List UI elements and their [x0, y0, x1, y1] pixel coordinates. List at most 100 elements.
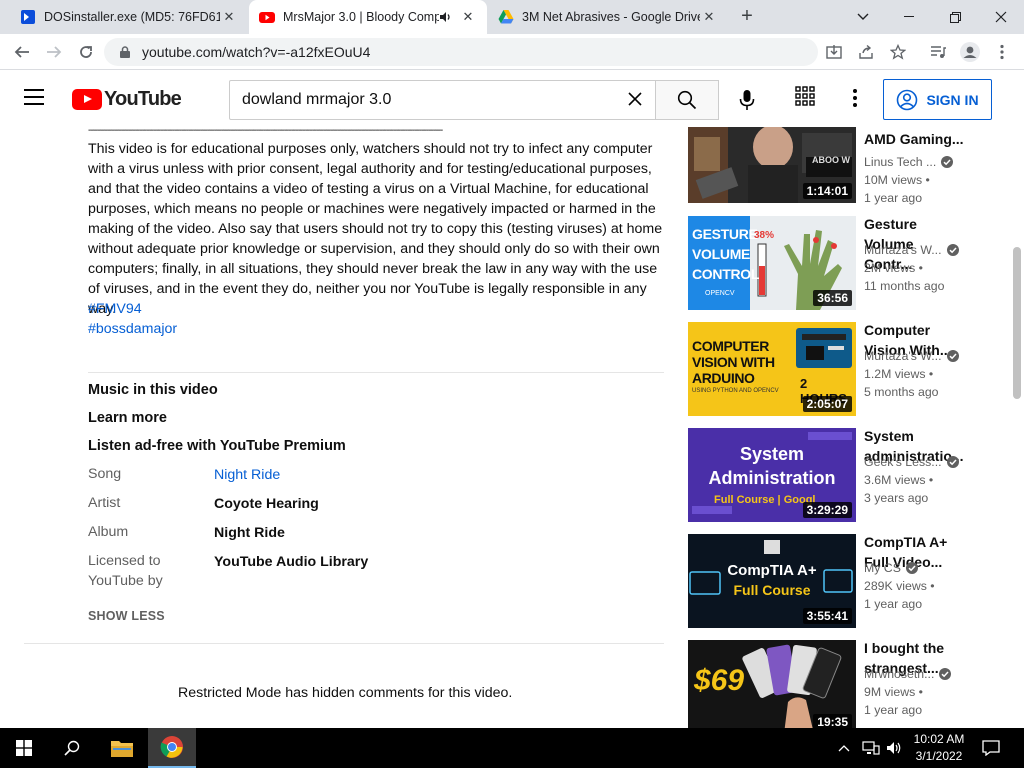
channel-name-text: Geek's Less...: [864, 455, 942, 469]
video-thumbnail[interactable]: COMPUTER VISION WITH ARDUINO USING PYTHO…: [688, 322, 856, 416]
search-input[interactable]: dowland mrmajor 3.0: [229, 80, 656, 120]
system-clock[interactable]: 10:02 AM 3/1/2022: [908, 731, 970, 765]
tab-close-icon[interactable]: ✕: [220, 9, 238, 25]
youtube-logo[interactable]: YouTube: [72, 88, 182, 111]
song-link[interactable]: Night Ride: [214, 467, 280, 483]
sign-in-button[interactable]: SIGN IN: [883, 79, 992, 120]
channel-name[interactable]: Geek's Less...: [864, 455, 959, 469]
hashtag-link[interactable]: #FMV94: [88, 301, 142, 317]
channel-name[interactable]: Murtaza's W...: [864, 243, 959, 257]
back-arrow-icon[interactable]: [10, 40, 34, 64]
upload-age: 1 year ago: [864, 191, 923, 205]
verified-badge-icon: [946, 244, 959, 256]
page-scrollbar[interactable]: [1010, 127, 1024, 728]
verified-badge-icon: [905, 562, 918, 574]
new-tab-button[interactable]: +: [736, 6, 758, 28]
video-duration: 2:05:07: [802, 396, 852, 412]
tab-title: DOSinstaller.exe (MD5: 76FD61E0: [44, 10, 220, 24]
tab-close-icon[interactable]: ✕: [459, 9, 477, 25]
thumbnail-text: ABOO W: [812, 155, 850, 165]
speaker-icon[interactable]: [439, 10, 453, 24]
learn-more-link[interactable]: Learn more: [88, 410, 167, 426]
music-section-heading: Music in this video: [88, 382, 218, 398]
music-key-artist: Artist: [88, 495, 121, 511]
clock-time: 10:02 AM: [913, 732, 965, 746]
video-duration: 3:29:29: [802, 502, 852, 518]
restore-icon[interactable]: [932, 0, 978, 34]
search-icon: [677, 90, 697, 110]
thumbnail-percent: 38%: [754, 230, 775, 241]
forward-arrow-icon[interactable]: [42, 40, 66, 64]
tab-close-icon[interactable]: ✕: [700, 9, 718, 25]
search-button[interactable]: [655, 80, 719, 120]
notification-center-icon[interactable]: [982, 728, 1000, 768]
view-count: 10M views •: [864, 173, 930, 187]
video-thumbnail[interactable]: $69 19:35: [688, 640, 856, 728]
verified-badge-icon: [941, 156, 954, 168]
youtube-premium-link[interactable]: Listen ad-free with YouTube Premium: [88, 438, 346, 454]
recommended-video[interactable]: COMPUTER VISION WITH ARDUINO USING PYTHO…: [688, 322, 1008, 416]
search-query-text: dowland mrmajor 3.0: [242, 91, 392, 108]
chrome-taskbar-icon[interactable]: [148, 728, 196, 768]
browser-tab-youtube[interactable]: MrsMajor 3.0 | Bloody Comp ✕: [249, 0, 487, 34]
recommended-video[interactable]: GESTURE VOLUME CONTROL OPENCV 38% 36:56 …: [688, 216, 1008, 310]
taskbar-search-icon[interactable]: [48, 728, 96, 768]
upload-age: 1 year ago: [864, 597, 923, 611]
video-thumbnail[interactable]: ABOO W 1:14:01: [688, 127, 856, 203]
more-options-icon[interactable]: [843, 86, 867, 110]
show-less-button[interactable]: SHOW LESS: [88, 609, 165, 623]
hashtag-link[interactable]: #bossdamajor: [88, 321, 177, 337]
browser-tab-strip: DOSinstaller.exe (MD5: 76FD61E0 ✕ MrsMaj…: [0, 0, 1024, 34]
browser-tab-dosinstaller[interactable]: DOSinstaller.exe (MD5: 76FD61E0 ✕: [0, 0, 248, 34]
minimize-icon[interactable]: [886, 0, 932, 34]
browser-tab-google-drive[interactable]: 3M Net Abrasives - Google Drive ✕: [488, 0, 728, 34]
volume-icon[interactable]: [886, 728, 902, 768]
bookmark-star-icon[interactable]: [886, 40, 910, 64]
recommended-video[interactable]: $69 19:35 I bought the strangest... Mrwh…: [688, 640, 1008, 728]
youtube-play-icon: [72, 89, 102, 110]
scrollbar-thumb[interactable]: [1013, 247, 1021, 399]
address-bar[interactable]: youtube.com/watch?v=-a12fxEOuU4: [104, 38, 818, 66]
voice-search-mic-icon[interactable]: [730, 83, 764, 117]
artist-value: Coyote Hearing: [214, 496, 319, 512]
channel-name[interactable]: Linus Tech ...: [864, 155, 954, 169]
view-count: 3.6M views •: [864, 473, 934, 487]
share-icon[interactable]: [854, 40, 878, 64]
network-icon[interactable]: [862, 728, 880, 768]
profile-avatar-icon[interactable]: [958, 40, 982, 64]
sign-in-label: SIGN IN: [926, 91, 979, 108]
video-thumbnail[interactable]: CompTIA A+ Full Course 3:55:41: [688, 534, 856, 628]
view-count: 9M views •: [864, 685, 923, 699]
channel-name-text: My CS: [864, 561, 901, 575]
show-hidden-icons-chevron-icon[interactable]: [838, 728, 850, 768]
video-thumbnail[interactable]: System Administration Full Course | Goog…: [688, 428, 856, 522]
recommended-video[interactable]: CompTIA A+ Full Course 3:55:41 CompTIA A…: [688, 534, 1008, 628]
watch-page-content: ----------------------------------------…: [0, 127, 1024, 728]
lock-icon[interactable]: [120, 46, 130, 58]
hamburger-menu-icon[interactable]: [24, 89, 48, 109]
channel-name[interactable]: Murtaza's W...: [864, 349, 959, 363]
install-app-icon[interactable]: [822, 40, 846, 64]
recommended-video[interactable]: ABOO W 1:14:01 AMD Gaming... Linus Tech …: [688, 127, 1008, 221]
channel-name[interactable]: My CS: [864, 561, 918, 575]
recommended-video[interactable]: System Administration Full Course | Goog…: [688, 428, 1008, 522]
chrome-menu-icon[interactable]: [990, 40, 1014, 64]
windows-start-icon[interactable]: [0, 728, 48, 768]
video-title[interactable]: AMD Gaming...: [864, 129, 964, 149]
video-thumbnail[interactable]: GESTURE VOLUME CONTROL OPENCV 38% 36:56: [688, 216, 856, 310]
youtube-header: YouTube dowland mrmajor 3.0 SIGN IN: [0, 71, 1024, 127]
video-duration: 19:35: [813, 714, 852, 728]
view-count: 2M views •: [864, 261, 923, 275]
thumbnail-subtext: Full Course: [733, 582, 811, 598]
channel-name[interactable]: Mrwhoseth...: [864, 667, 952, 681]
video-description: This video is for educational purposes o…: [88, 141, 663, 317]
upload-age: 3 years ago: [864, 491, 929, 505]
tab-search-icon[interactable]: [840, 0, 886, 34]
close-window-icon[interactable]: [978, 0, 1024, 34]
clear-search-icon[interactable]: [615, 89, 655, 112]
channel-name-text: Murtaza's W...: [864, 243, 942, 257]
media-control-icon[interactable]: [926, 40, 950, 64]
file-explorer-icon[interactable]: [98, 728, 146, 768]
apps-grid-icon[interactable]: [795, 86, 819, 110]
reload-icon[interactable]: [74, 40, 98, 64]
